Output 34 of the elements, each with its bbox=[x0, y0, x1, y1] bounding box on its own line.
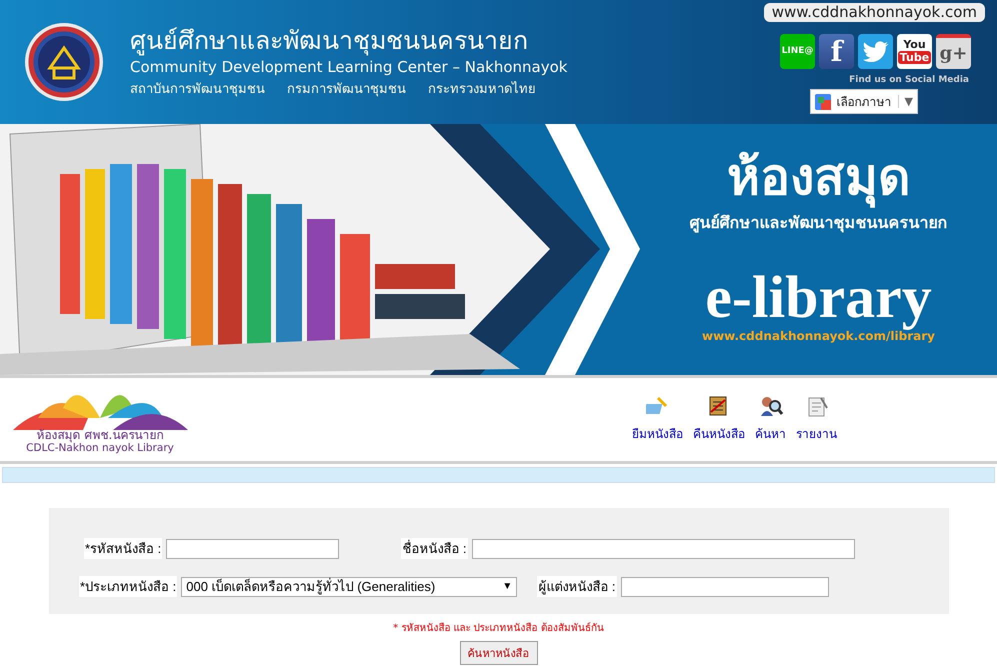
facebook-link[interactable]: f bbox=[819, 34, 854, 69]
agency-name: กรมการพัฒนาชุมชน bbox=[287, 80, 406, 98]
social-caption: Find us on Social Media bbox=[849, 75, 969, 85]
center-logo-icon bbox=[24, 22, 104, 102]
menu-link[interactable]: ยืมหนังสือ bbox=[632, 394, 683, 461]
author-field[interactable] bbox=[620, 576, 829, 596]
bird-link[interactable] bbox=[858, 34, 893, 69]
library-name: ห้องสมุด ศพช.นครนายก bbox=[36, 428, 164, 442]
author-label: ผู้แต่งหนังสือ : bbox=[537, 576, 617, 597]
library-subtitle: ศูนย์ศึกษาและพัฒนาชุมชนนครนายก bbox=[690, 212, 948, 235]
menu-link[interactable]: ค้นหา bbox=[755, 394, 786, 461]
book-code-label: *รหัสหนังสือ : bbox=[84, 538, 162, 559]
book-title-field[interactable] bbox=[472, 538, 855, 558]
book-code-field[interactable] bbox=[166, 538, 340, 558]
book-title-label: ชื่อหนังสือ : bbox=[401, 538, 468, 559]
library-url: www.cddnakhonnayok.com/library bbox=[702, 329, 935, 343]
search-books-button[interactable]: ค้นหาหนังสือ bbox=[460, 641, 538, 665]
agency-name: กระทรวงมหาดไทย bbox=[428, 80, 536, 98]
menu-link[interactable]: คืนหนังสือ bbox=[693, 394, 745, 461]
site-url[interactable]: www.cddnakhonnayok.com bbox=[764, 3, 985, 22]
language-selector[interactable]: เลือกภาษา ▼ bbox=[810, 89, 918, 114]
category-label: *ประเภทหนังสือ : bbox=[79, 576, 178, 597]
center-subtitle: Community Development Learning Center – Nakhonnayok bbox=[130, 58, 568, 76]
google-plus-link[interactable]: g+ bbox=[936, 34, 971, 69]
person-magnifier-icon bbox=[758, 394, 782, 418]
menu-link[interactable]: รายงาน bbox=[796, 394, 837, 461]
agency-name: สถาบันการพัฒนาชุมชน bbox=[130, 80, 265, 98]
center-title: ศูนย์ศึกษาและพัฒนาชุมชนนครนายก bbox=[130, 26, 529, 56]
library-title: ห้องสมุด bbox=[727, 148, 910, 206]
youtube-link[interactable]: You Tube bbox=[897, 34, 932, 69]
library-name-english: CDLC-Nakhon nayok Library bbox=[26, 442, 174, 454]
translate-icon bbox=[814, 94, 831, 110]
required-note: * รหัสหนังสือ และ ประเภทหนังสือ ต้องสัมพันธ์กัน bbox=[392, 621, 605, 635]
category-dropdown[interactable]: 000 เบ็ดเตล็ดหรือความรู้ทั่วไป (Generalities) ▼ bbox=[181, 576, 518, 596]
